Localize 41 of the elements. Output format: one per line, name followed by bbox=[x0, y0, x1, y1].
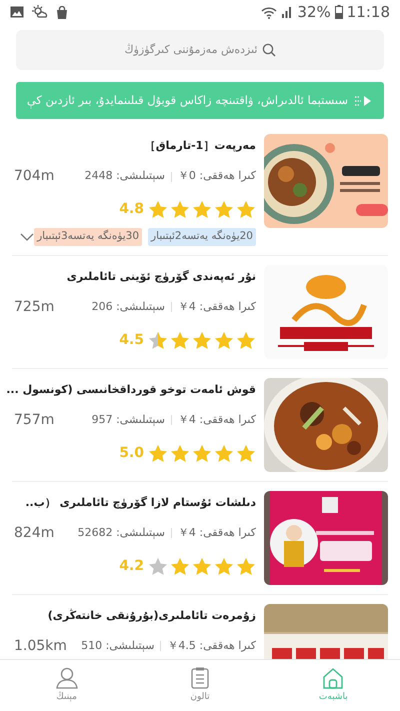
battery-level: 32% bbox=[297, 2, 331, 23]
search-icon bbox=[262, 43, 276, 57]
distance: 1.05km bbox=[13, 636, 67, 656]
distance: 725m bbox=[13, 298, 54, 317]
rating-score: 5.0 bbox=[119, 444, 144, 463]
sales-count: سېتىلىشى: 52682 bbox=[78, 525, 165, 541]
distance: 824m bbox=[13, 524, 54, 543]
bag-icon bbox=[56, 6, 68, 18]
sales-count: سېتىلىشى: 957 bbox=[92, 412, 165, 428]
restaurant-name[interactable]: قوش ئامەت توخو قورداقخانىسى (كونسول ... bbox=[6, 378, 256, 400]
wifi-icon bbox=[261, 6, 278, 18]
delivery-fee: كىرا ھەققى: 4￥ bbox=[178, 299, 256, 315]
delivery-fee: كىرا ھەققى: 0￥ bbox=[178, 168, 256, 184]
image-icon bbox=[10, 6, 24, 18]
speaker-icon bbox=[354, 94, 372, 108]
battery-icon bbox=[334, 5, 343, 19]
rating-score: 4.2 bbox=[119, 556, 144, 576]
rating-score: 4.5 bbox=[119, 330, 144, 350]
sales-count: سېتىلىشى: 510 bbox=[81, 638, 154, 654]
weather-icon bbox=[32, 5, 48, 19]
rating-score: 4.8 bbox=[119, 200, 144, 219]
delivery-fee: كىرا ھەققى: 4.5￥ bbox=[167, 638, 256, 654]
restaurant-name[interactable]: مەرپەت［1-تارماق］ bbox=[144, 134, 256, 156]
discount-tag: 30يۈەنگە يەتسە3ئېتىبار bbox=[34, 228, 142, 246]
distance: 704m bbox=[13, 167, 54, 186]
clock: 11:18 bbox=[346, 2, 390, 23]
delivery-fee: كىرا ھەققى: 4￥ bbox=[178, 412, 256, 428]
signal-icon bbox=[281, 6, 294, 18]
sales-count: سېتىلىشى: 206 bbox=[92, 299, 165, 315]
restaurant-name[interactable]: زۇمرەت تائاملىرى(بۇرۇنقى خانتەڭرى) bbox=[48, 604, 256, 626]
restaurant-name[interactable]: دىلشات ئۇستام لازا گۆرۈچ تائاملىرى （ب.. bbox=[25, 490, 256, 513]
notice-text: سىستېما ئالدىراش، ۋاقتىنچە زاكاس قوبۇل قىلىنمايدۇ، بىر ئازدىن كې bbox=[26, 92, 348, 110]
distance: 757m bbox=[13, 410, 54, 430]
chevron-down-icon[interactable] bbox=[20, 232, 34, 241]
home-icon bbox=[322, 666, 344, 689]
clipboard-icon bbox=[191, 666, 209, 689]
sales-count: سېتىلىشى: 2448 bbox=[84, 168, 165, 184]
discount-tag: 20يۈەنگە يەتسە2ئېتىبار bbox=[148, 228, 256, 246]
restaurant-name[interactable]: نۇر ئەپەندى گۆرۈچ ئۆينى تائاملىرى bbox=[66, 264, 256, 287]
person-icon bbox=[56, 666, 78, 689]
delivery-fee: كىرا ھەققى: 4￥ bbox=[178, 525, 256, 541]
